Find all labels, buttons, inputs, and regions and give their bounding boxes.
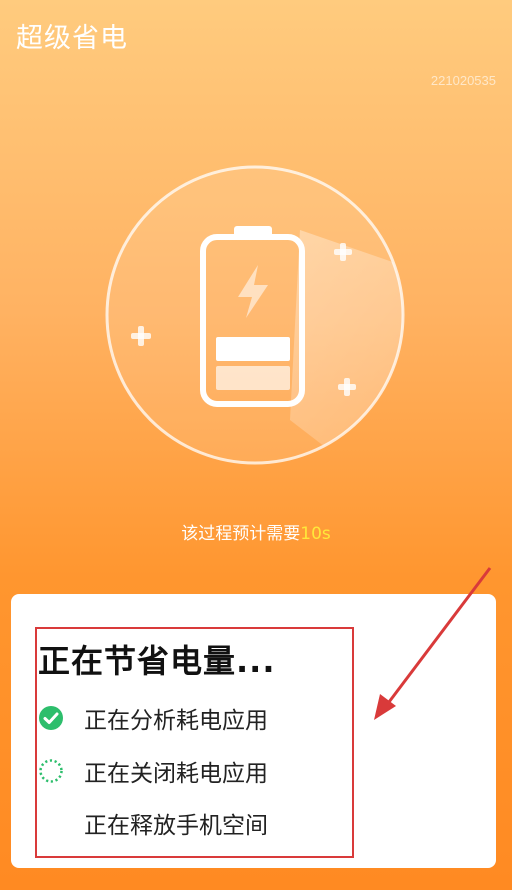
step-label: 正在关闭耗电应用 — [84, 761, 268, 787]
estimate-text: 该过程预计需要 — [181, 524, 301, 544]
step-label: 正在分析耗电应用 — [84, 708, 268, 734]
estimate-hint: 该过程预计需要10s — [0, 519, 512, 544]
step-free-space: 正在释放手机空间 — [38, 808, 268, 839]
check-icon — [38, 705, 64, 731]
step-label: 正在释放手机空间 — [84, 813, 268, 839]
loading-spinner-icon — [38, 758, 64, 784]
battery-illustration — [105, 165, 405, 465]
estimate-time: 10s — [300, 524, 331, 544]
step-analyze: 正在分析耗电应用 — [38, 703, 268, 734]
pending-status — [38, 810, 64, 836]
card-title: 正在节省电量... — [38, 642, 276, 680]
step-close-apps: 正在关闭耗电应用 — [38, 756, 268, 787]
